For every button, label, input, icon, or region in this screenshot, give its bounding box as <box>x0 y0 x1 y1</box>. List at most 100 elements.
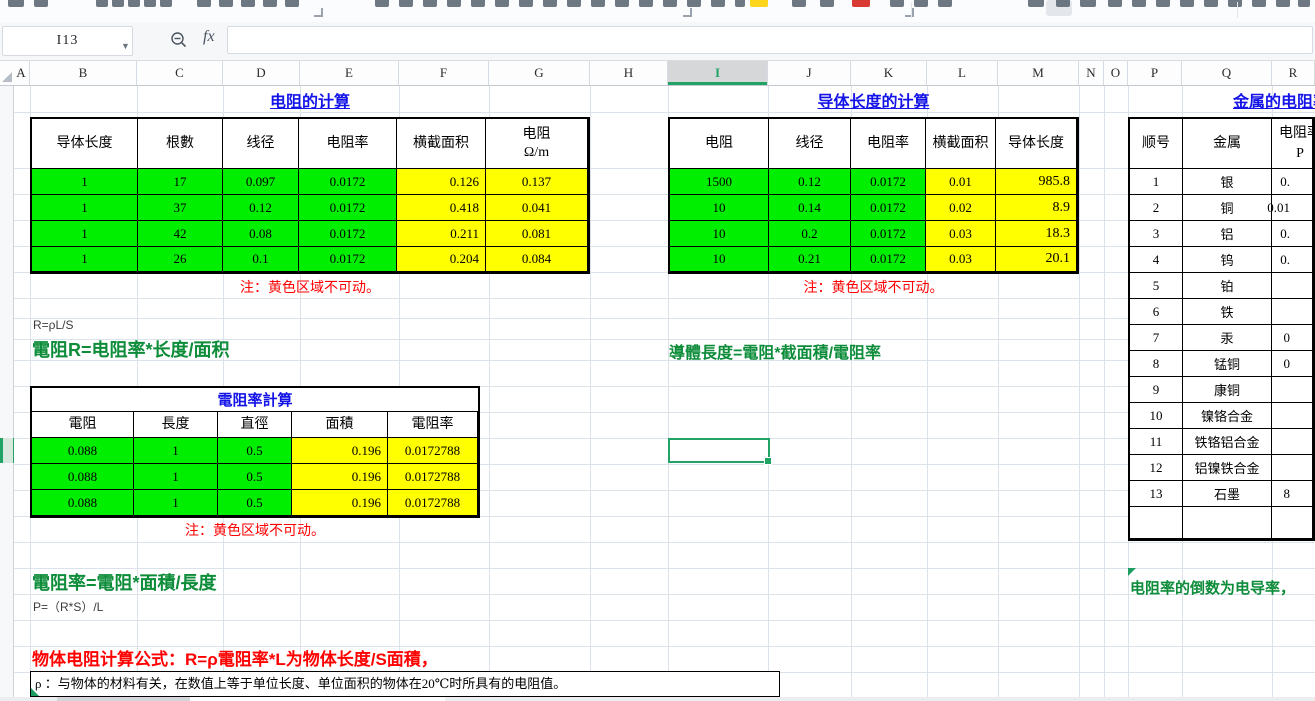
cell[interactable]: 10 <box>670 247 769 272</box>
cell[interactable]: 9 <box>1130 377 1183 403</box>
metals-table-title[interactable]: 金属的电阻率 <box>1233 88 1315 112</box>
cell[interactable]: 0.0172788 <box>388 464 478 490</box>
cell[interactable]: 0.5 <box>218 464 292 490</box>
cell[interactable]: 0.097 <box>223 169 299 195</box>
toolbar-icon-fragment[interactable] <box>890 0 904 7</box>
toolbar-icon-fragment[interactable] <box>543 0 557 7</box>
cell[interactable]: 0.084 <box>486 247 588 272</box>
column-header-O[interactable]: O <box>1104 60 1128 85</box>
resistivity-table-note[interactable]: 注：黄色区域不可动。 <box>30 520 480 540</box>
cell[interactable]: 10 <box>670 195 769 221</box>
toolbar-icon-fragment[interactable] <box>663 0 677 7</box>
cell[interactable]: 镍铬合金 <box>1183 403 1272 429</box>
cell[interactable]: 0.0172 <box>299 221 397 247</box>
toolbar-icon-fragment[interactable] <box>112 0 124 7</box>
cell[interactable]: 8.9 <box>996 195 1077 221</box>
cell[interactable]: 1 <box>134 438 218 464</box>
object-resistance-formula-text[interactable]: 物体电阻计算公式：R=ρ電阻率*L为物体长度/S面積， <box>32 645 438 670</box>
cell[interactable]: 0.204 <box>397 247 486 272</box>
cell[interactable] <box>1130 507 1183 539</box>
column-header-P[interactable]: P <box>1128 60 1182 85</box>
fill-handle[interactable] <box>764 457 772 465</box>
header-cell[interactable]: 面積 <box>292 412 388 438</box>
toolbar-icon-fragment[interactable] <box>1056 0 1070 7</box>
toolbar-icon-fragment[interactable] <box>263 0 277 7</box>
cell[interactable]: 0.088 <box>32 438 134 464</box>
selected-row-header-marker[interactable] <box>0 438 14 463</box>
cell[interactable]: 0.1 <box>223 247 299 272</box>
toolbar-icon-fragment[interactable] <box>447 0 461 7</box>
toolbar-icon-fragment[interactable] <box>1252 0 1266 7</box>
cell[interactable]: 0.196 <box>292 438 388 464</box>
cell[interactable] <box>1272 377 1313 403</box>
toolbar-icon-fragment[interactable] <box>144 0 156 7</box>
cell[interactable]: 0.196 <box>292 490 388 516</box>
column-header-C[interactable]: C <box>137 60 223 85</box>
toolbar-icon-fragment[interactable] <box>8 0 24 7</box>
cell[interactable]: 0.088 <box>32 490 134 516</box>
column-header-J[interactable]: J <box>768 60 851 85</box>
rho-definition-cell[interactable]: ρ ：与物体的材料有关，在数值上等于单位长度、单位面积的物体在20℃时所具有的电… <box>30 671 780 697</box>
cell[interactable]: 0.02 <box>926 195 996 221</box>
cell[interactable]: 0.081 <box>486 221 588 247</box>
cell[interactable]: 5 <box>1130 273 1183 299</box>
toolbar-icon-fragment[interactable] <box>687 0 701 7</box>
cell[interactable]: 0 <box>1272 351 1313 377</box>
cell[interactable]: 26 <box>138 247 223 272</box>
cell[interactable]: 锰铜 <box>1183 351 1272 377</box>
cell[interactable]: 37 <box>138 195 223 221</box>
toolbar-icon-fragment[interactable] <box>615 0 629 7</box>
cell[interactable]: 0.137 <box>486 169 588 195</box>
cell[interactable]: 8 <box>1272 481 1313 507</box>
cell[interactable]: 汞 <box>1183 325 1272 351</box>
cell[interactable]: 0.2 <box>769 221 851 247</box>
resistance-table-note[interactable]: 注：黄色区域不可动。 <box>30 277 590 297</box>
cell[interactable]: 42 <box>138 221 223 247</box>
cell[interactable] <box>1272 507 1313 539</box>
cell[interactable]: 6 <box>1130 299 1183 325</box>
toolbar-icon-fragment[interactable] <box>1276 0 1290 7</box>
header-cell[interactable]: 電阻率 <box>388 412 478 438</box>
cell[interactable]: 铁 <box>1183 299 1272 325</box>
cell[interactable]: 0.126 <box>397 169 486 195</box>
toolbar-icon-fragment[interactable] <box>750 0 768 7</box>
cell[interactable]: 1 <box>32 221 138 247</box>
cell[interactable]: 铝 <box>1183 221 1272 247</box>
header-cell[interactable]: 直徑 <box>218 412 292 438</box>
cell[interactable]: 20.1 <box>996 247 1077 272</box>
toolbar-icon-fragment[interactable] <box>219 0 233 7</box>
cell[interactable]: 0.01 <box>926 169 996 195</box>
header-cell[interactable]: 电阻率 <box>851 119 926 169</box>
header-cell[interactable]: 导体长度 <box>32 119 138 169</box>
cell[interactable]: 1 <box>32 195 138 221</box>
cell[interactable] <box>1272 273 1313 299</box>
cell[interactable]: 0.14 <box>769 195 851 221</box>
cell[interactable]: 0.03 <box>926 221 996 247</box>
cell[interactable]: 0.08 <box>223 221 299 247</box>
toolbar-icon-fragment[interactable] <box>128 0 140 7</box>
cell[interactable]: 铜 <box>1183 195 1272 221</box>
length-table-title[interactable]: 导体长度的计算 <box>668 88 1079 112</box>
toolbar-icon-fragment[interactable] <box>34 0 48 7</box>
length-formula-text[interactable]: 導體長度=電阻*截面積/電阻率 <box>669 339 881 363</box>
column-header-M[interactable]: M <box>998 60 1079 85</box>
header-cell[interactable]: 电阻率P <box>1272 119 1313 169</box>
cell[interactable]: 0.418 <box>397 195 486 221</box>
cell[interactable]: 0.0172 <box>299 247 397 272</box>
column-header-H[interactable]: H <box>590 60 668 85</box>
cell[interactable]: 0.21 <box>769 247 851 272</box>
toolbar-icon-fragment[interactable] <box>471 0 485 7</box>
column-header-L[interactable]: L <box>927 60 998 85</box>
header-cell[interactable]: 电阻率 <box>299 119 397 169</box>
column-header-E[interactable]: E <box>300 60 399 85</box>
toolbar-icon-fragment[interactable] <box>160 0 172 7</box>
cell[interactable]: 13 <box>1130 481 1183 507</box>
conductivity-note-text[interactable]: 电阻率的倒数为电导率， <box>1130 577 1295 598</box>
toolbar-icon-fragment[interactable] <box>852 0 870 7</box>
toolbar-icon-fragment[interactable] <box>1132 0 1146 7</box>
toolbar-icon-fragment[interactable] <box>519 0 533 7</box>
column-header-D[interactable]: D <box>223 60 300 85</box>
r-formula-small[interactable]: R=ρL/S <box>33 318 74 332</box>
select-all-corner[interactable] <box>2 72 12 82</box>
header-cell[interactable]: 线径 <box>769 119 851 169</box>
